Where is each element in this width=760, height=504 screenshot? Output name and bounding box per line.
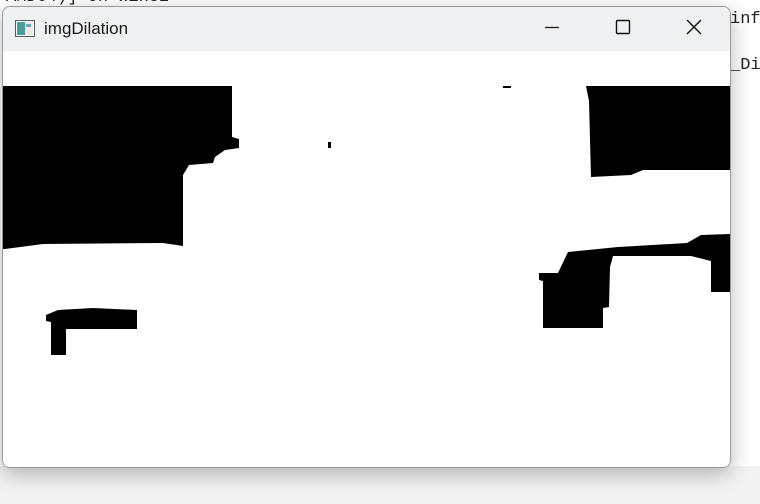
window-title: imgDilation <box>44 19 129 38</box>
close-icon <box>686 19 702 40</box>
dilated-image-canvas <box>3 51 730 467</box>
terminal-text-right-2: _Di <box>730 56 760 75</box>
blob-top-right <box>586 86 730 177</box>
image-window-icon <box>15 20 35 37</box>
speck-2 <box>503 86 511 88</box>
minimize-button[interactable] <box>518 7 586 51</box>
terminal-text-right-1: inf <box>730 10 760 29</box>
dilated-image <box>3 51 730 467</box>
maximize-icon <box>615 19 631 40</box>
maximize-button[interactable] <box>589 7 657 51</box>
speck-1 <box>328 142 331 148</box>
close-button[interactable] <box>660 7 728 51</box>
title-bar[interactable]: imgDilation <box>3 7 730 51</box>
image-window[interactable]: imgDilation <box>2 6 731 468</box>
desktop-background <box>0 466 760 504</box>
minimize-icon <box>544 19 560 40</box>
